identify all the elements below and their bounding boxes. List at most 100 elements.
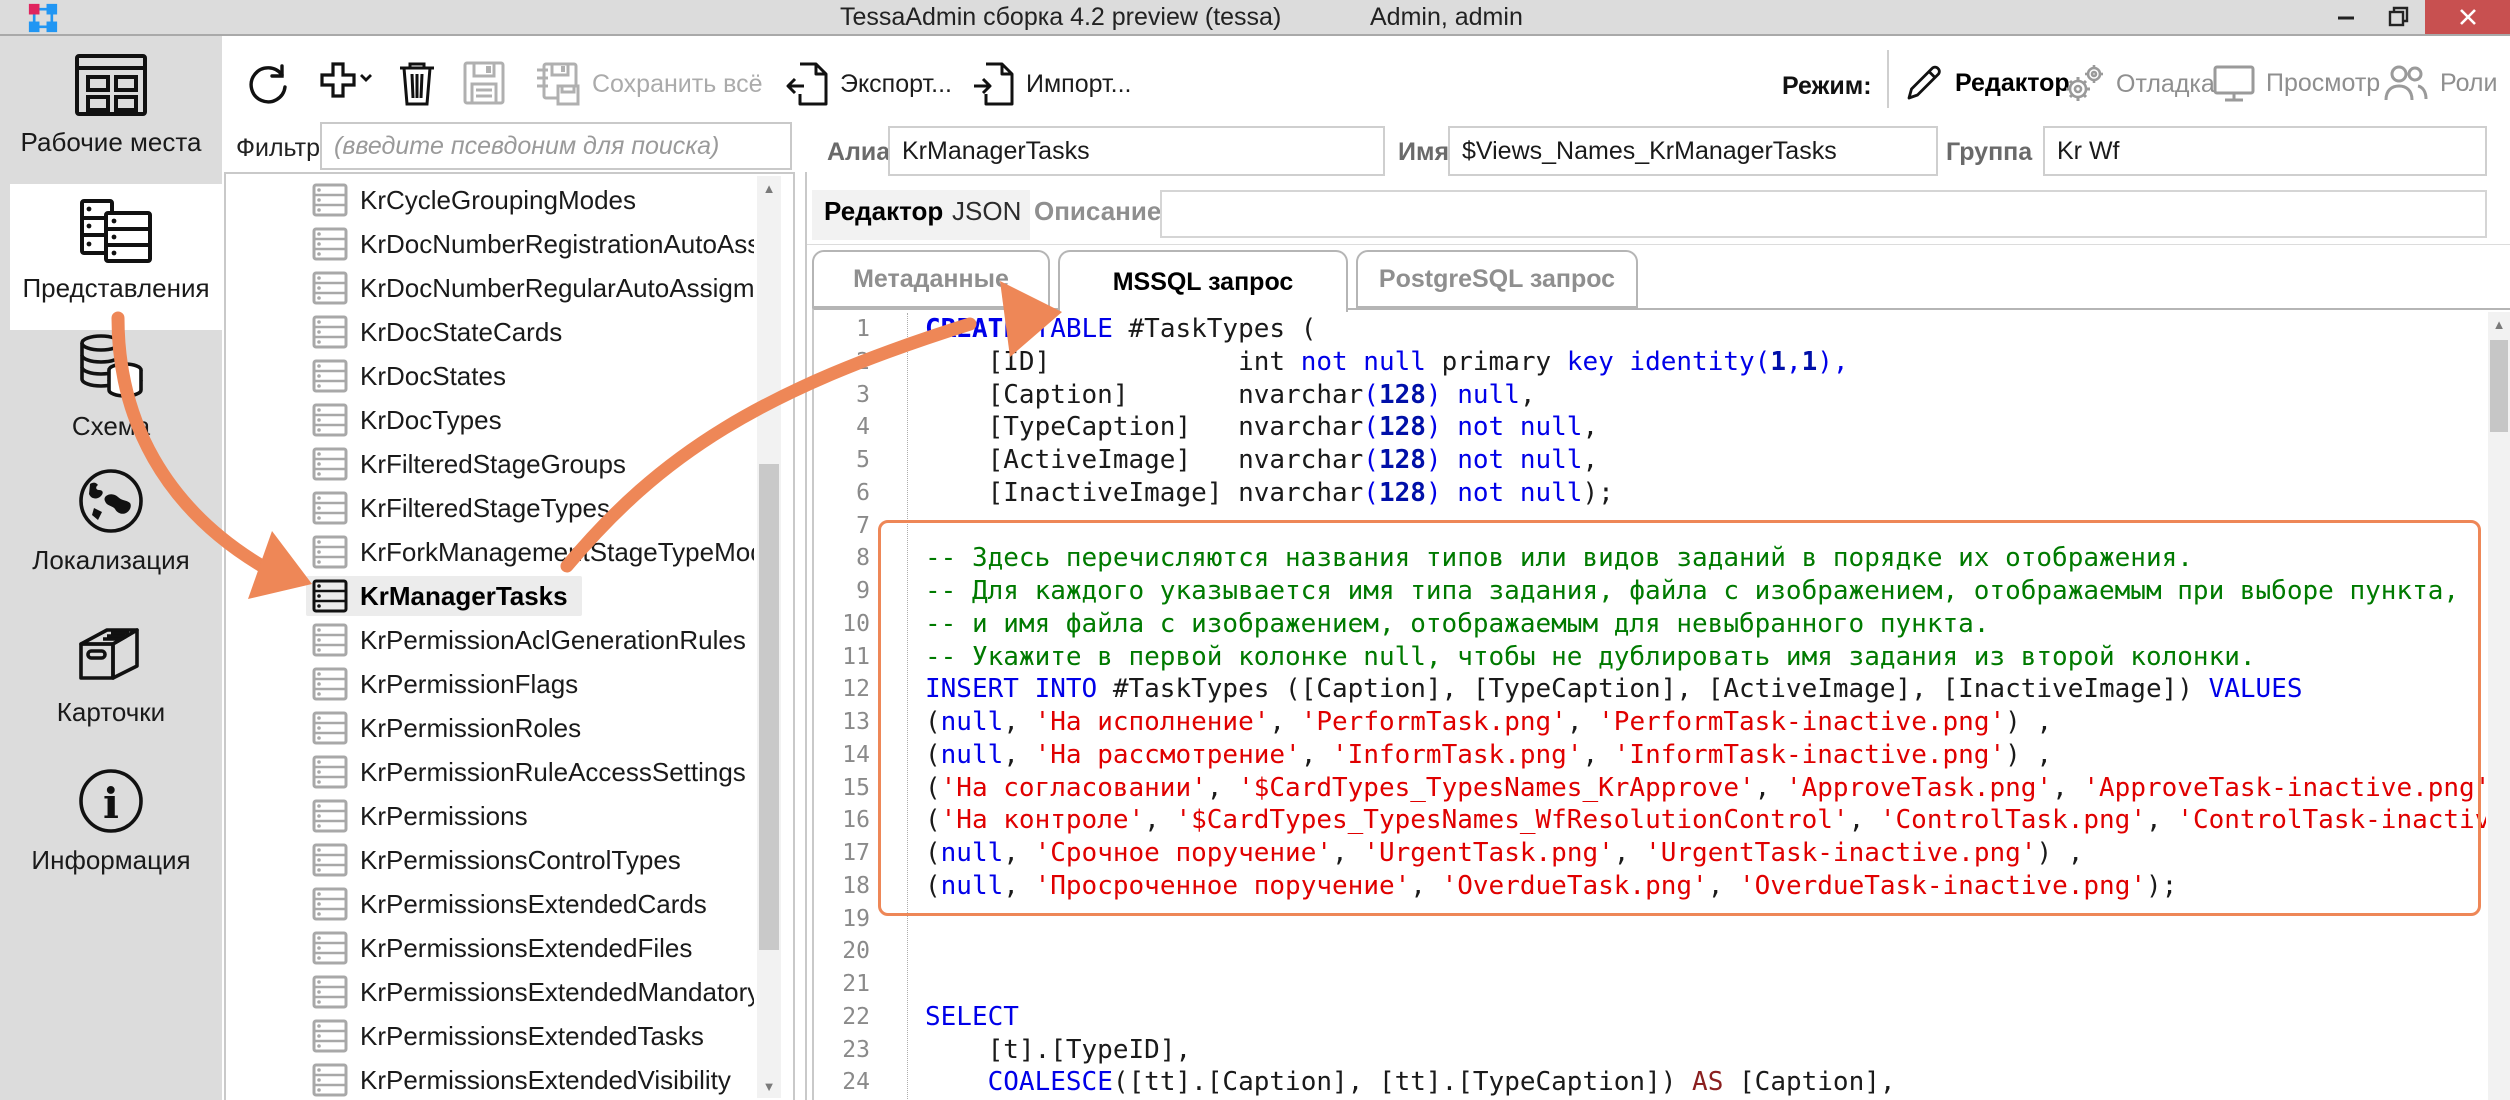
- tree-item-KrPermissionRuleAccessSettings[interactable]: KrPermissionRuleAccessSettings: [226, 750, 754, 794]
- tree-item-KrPermissions[interactable]: KrPermissions: [226, 794, 754, 838]
- export-button[interactable]: Экспорт...: [786, 60, 952, 108]
- tree-item-KrDocTypes[interactable]: KrDocTypes: [226, 398, 754, 442]
- tree-item-KrPermissionsExtendedMandatory[interactable]: KrPermissionsExtendedMandatory: [226, 970, 754, 1014]
- filter-input[interactable]: [320, 122, 792, 170]
- minimize-button[interactable]: [2318, 0, 2374, 34]
- sql-code-editor[interactable]: 123456789101112131415161718192021222324 …: [812, 308, 2510, 1100]
- tab-postgresql-query[interactable]: PostgreSQL запрос: [1356, 250, 1638, 308]
- tab-mssql-query[interactable]: MSSQL запрос: [1058, 250, 1348, 312]
- code-line-15[interactable]: ('На согласовании', '$CardTypes_TypesNam…: [925, 772, 2486, 805]
- tree-item-KrForkManagementStageTypeModes[interactable]: KrForkManagementStageTypeModes: [226, 530, 754, 574]
- tree-item-KrDocStateCards[interactable]: KrDocStateCards: [226, 310, 754, 354]
- tree-item-inner[interactable]: KrDocNumberRegistrationAutoAssign: [306, 224, 754, 264]
- code-line-23[interactable]: [t].[TypeID],: [925, 1034, 2486, 1067]
- tree-item-inner[interactable]: KrPermissionAclGenerationRules: [306, 620, 754, 660]
- tree-item-KrPermissionsExtendedTasks[interactable]: KrPermissionsExtendedTasks: [226, 1014, 754, 1058]
- tree-item-KrManagerTasks[interactable]: KrManagerTasks: [226, 574, 754, 618]
- tree-item-inner[interactable]: KrManagerTasks: [306, 576, 582, 616]
- tree-item-KrPermissionsExtendedVisibility[interactable]: KrPermissionsExtendedVisibility: [226, 1058, 754, 1100]
- code-line-6[interactable]: [InactiveImage] nvarchar(128) not null);: [925, 477, 2486, 510]
- tree-item-inner[interactable]: KrPermissionsExtendedMandatory: [306, 972, 754, 1012]
- tree-item-KrPermissionRoles[interactable]: KrPermissionRoles: [226, 706, 754, 750]
- refresh-button[interactable]: [244, 60, 292, 108]
- mode-debug-button[interactable]: Отладка: [2062, 62, 2215, 106]
- sidebar-item-cards[interactable]: Карточки: [0, 622, 222, 728]
- code-line-17[interactable]: (null, 'Срочное поручение', 'UrgentTask.…: [925, 837, 2486, 870]
- tree-scrollbar[interactable]: ▲ ▼: [757, 176, 781, 1098]
- tree-item-KrPermissionsControlTypes[interactable]: KrPermissionsControlTypes: [226, 838, 754, 882]
- editor-scrollbar-thumb[interactable]: [2490, 340, 2508, 432]
- code-line-11[interactable]: -- Укажите в первой колонке null, чтобы …: [925, 641, 2486, 674]
- mode-roles-button[interactable]: Роли: [2382, 62, 2497, 104]
- tree-item-inner[interactable]: KrPermissionRoles: [306, 708, 595, 748]
- code-line-18[interactable]: (null, 'Просроченное поручение', 'Overdu…: [925, 870, 2486, 903]
- code-line-8[interactable]: -- Здесь перечисляются названия типов ил…: [925, 542, 2486, 575]
- description-input[interactable]: [1160, 190, 2487, 238]
- code-line-3[interactable]: [Caption] nvarchar(128) null,: [925, 379, 2486, 412]
- tree-item-inner[interactable]: KrDocStates: [306, 356, 520, 396]
- tree-item-KrPermissionAclGenerationRules[interactable]: KrPermissionAclGenerationRules: [226, 618, 754, 662]
- code-line-1[interactable]: CREATE TABLE #TaskTypes (: [925, 313, 2486, 346]
- mode-preview-button[interactable]: Просмотр: [2212, 62, 2380, 104]
- restore-button[interactable]: [2374, 0, 2424, 34]
- code-line-19[interactable]: [925, 903, 2486, 936]
- scroll-up-icon[interactable]: ▲: [2488, 312, 2510, 336]
- tree-item-inner[interactable]: KrDocStateCards: [306, 312, 576, 352]
- group-input[interactable]: [2043, 126, 2487, 176]
- panel-splitter[interactable]: [805, 172, 807, 1100]
- code-line-20[interactable]: [925, 935, 2486, 968]
- import-button[interactable]: Импорт...: [972, 60, 1131, 108]
- sidebar-item-workplaces[interactable]: Рабочие места: [0, 52, 222, 158]
- tree-item-KrFilteredStageGroups[interactable]: KrFilteredStageGroups: [226, 442, 754, 486]
- tree-item-inner[interactable]: KrPermissionsExtendedVisibility: [306, 1060, 745, 1100]
- code-line-5[interactable]: [ActiveImage] nvarchar(128) not null,: [925, 444, 2486, 477]
- code-line-10[interactable]: -- и имя файла с изображением, отображае…: [925, 608, 2486, 641]
- tree-item-inner[interactable]: KrPermissionRuleAccessSettings: [306, 752, 754, 792]
- code-line-12[interactable]: INSERT INTO #TaskTypes ([Caption], [Type…: [925, 673, 2486, 706]
- tree-item-inner[interactable]: KrPermissionFlags: [306, 664, 592, 704]
- code-line-21[interactable]: [925, 968, 2486, 1001]
- code-line-13[interactable]: (null, 'На исполнение', 'PerformTask.png…: [925, 706, 2486, 739]
- code-line-4[interactable]: [TypeCaption] nvarchar(128) not null,: [925, 411, 2486, 444]
- code-line-22[interactable]: SELECT: [925, 1001, 2486, 1034]
- scroll-up-icon[interactable]: ▲: [757, 176, 781, 200]
- code-line-9[interactable]: -- Для каждого указывается имя типа зада…: [925, 575, 2486, 608]
- tree-item-KrPermissionsExtendedCards[interactable]: KrPermissionsExtendedCards: [226, 882, 754, 926]
- scroll-down-icon[interactable]: ▼: [757, 1074, 781, 1098]
- save-all-button[interactable]: Сохранить всё: [534, 60, 763, 108]
- tree-item-KrDocNumberRegularAutoAssigment[interactable]: KrDocNumberRegularAutoAssigment: [226, 266, 754, 310]
- tree-item-inner[interactable]: KrPermissionsExtendedTasks: [306, 1016, 718, 1056]
- sidebar-item-info[interactable]: i Информация: [0, 766, 222, 876]
- code-line-7[interactable]: [925, 510, 2486, 543]
- tree-item-inner[interactable]: KrDocTypes: [306, 400, 516, 440]
- sql-code[interactable]: CREATE TABLE #TaskTypes ( [ID] int not n…: [908, 313, 2486, 1099]
- tree-item-inner[interactable]: KrFilteredStageTypes: [306, 488, 624, 528]
- code-line-24[interactable]: COALESCE([tt].[Caption], [tt].[TypeCapti…: [925, 1066, 2486, 1099]
- sidebar-item-localization[interactable]: Локализация: [0, 466, 222, 576]
- editor-scrollbar[interactable]: ▲: [2488, 312, 2510, 1100]
- tab-json[interactable]: JSON: [952, 196, 1021, 227]
- tree-item-KrDocStates[interactable]: KrDocStates: [226, 354, 754, 398]
- sidebar-item-schema[interactable]: Схема: [0, 332, 222, 442]
- delete-button[interactable]: [396, 60, 438, 108]
- tree-item-inner[interactable]: KrForkManagementStageTypeModes: [306, 532, 754, 572]
- tab-editor[interactable]: Редактор: [824, 196, 943, 227]
- sidebar-item-views[interactable]: Представления: [10, 184, 222, 330]
- tree-item-KrPermissionsExtendedFiles[interactable]: KrPermissionsExtendedFiles: [226, 926, 754, 970]
- close-button[interactable]: [2425, 0, 2510, 34]
- tree-item-inner[interactable]: KrPermissionsExtendedFiles: [306, 928, 706, 968]
- tree-item-inner[interactable]: KrCycleGroupingModes: [306, 180, 650, 220]
- tree-item-KrCycleGroupingModes[interactable]: KrCycleGroupingModes: [226, 178, 754, 222]
- tree-item-inner[interactable]: KrDocNumberRegularAutoAssigment: [306, 268, 754, 308]
- tree-item-inner[interactable]: KrPermissionsControlTypes: [306, 840, 695, 880]
- tree-item-inner[interactable]: KrPermissions: [306, 796, 542, 836]
- tree-scrollbar-thumb[interactable]: [759, 464, 779, 950]
- tree-item-inner[interactable]: KrPermissionsExtendedCards: [306, 884, 721, 924]
- tab-metadata[interactable]: Метаданные: [812, 250, 1050, 308]
- mode-editor-button[interactable]: Редактор: [1903, 62, 2070, 104]
- code-line-14[interactable]: (null, 'На рассмотрение', 'InformTask.pn…: [925, 739, 2486, 772]
- save-button[interactable]: [462, 60, 506, 106]
- code-line-16[interactable]: ('На контроле', '$CardTypes_TypesNames_W…: [925, 804, 2486, 837]
- tree-item-inner[interactable]: KrFilteredStageGroups: [306, 444, 640, 484]
- tree-item-KrDocNumberRegistrationAutoAssign[interactable]: KrDocNumberRegistrationAutoAssign: [226, 222, 754, 266]
